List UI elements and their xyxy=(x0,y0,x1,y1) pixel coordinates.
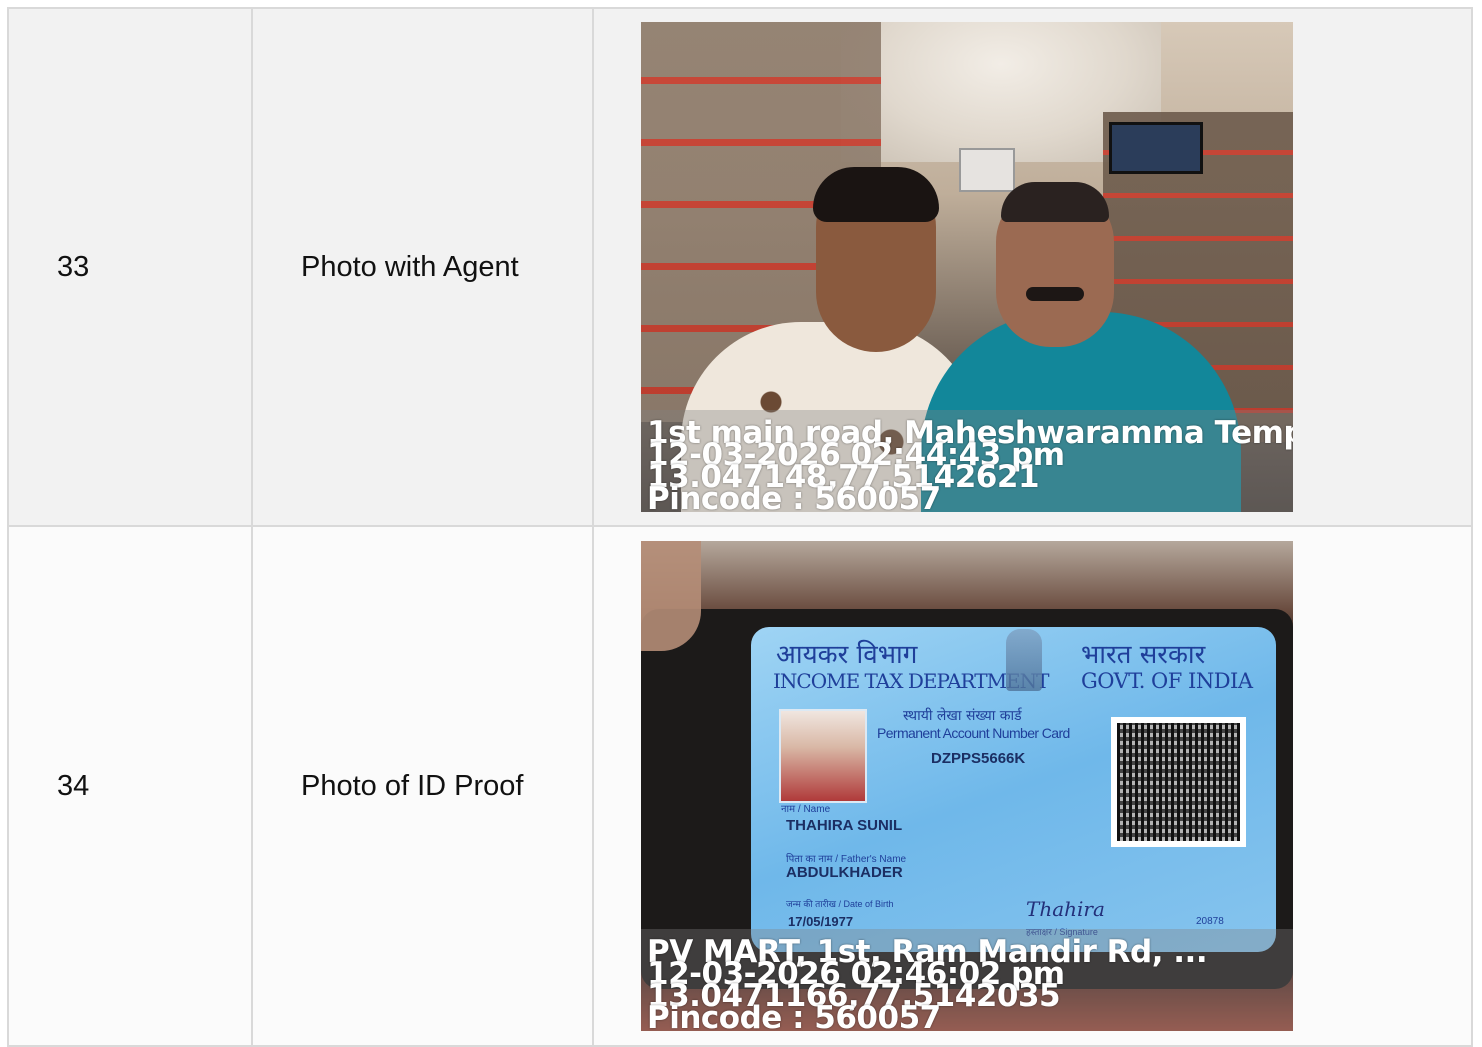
table-row: 34 Photo of ID Proof आयकर विभाग INCOME T… xyxy=(7,525,1473,1047)
card-code: 20878 xyxy=(1196,916,1224,927)
father-label: पिता का नाम / Father's Name xyxy=(786,854,907,865)
emblem-icon xyxy=(1006,629,1042,691)
person-hair xyxy=(813,167,939,222)
father-name: ABDULKHADER xyxy=(786,864,903,881)
mustache xyxy=(1026,287,1084,301)
row-label: Photo of ID Proof xyxy=(301,769,524,802)
row-photo-cell: आयकर विभाग INCOME TAX DEPARTMENT भारत सर… xyxy=(592,525,1473,1047)
signature: Thahira xyxy=(1026,897,1105,921)
name-label: नाम / Name xyxy=(781,804,831,815)
geo-overlay: 1st main road, Maheshwaramma Temple R 12… xyxy=(647,418,1293,513)
id-proof-photo[interactable]: आयकर विभाग INCOME TAX DEPARTMENT भारत सर… xyxy=(641,541,1293,1031)
card-title: Permanent Account Number Card xyxy=(877,725,1070,741)
cardholder-name: THAHIRA SUNIL xyxy=(786,817,903,834)
person-hair xyxy=(1001,182,1109,222)
row-label: Photo with Agent xyxy=(301,250,519,283)
card-hindi-dept: आयकर विभाग xyxy=(776,640,918,670)
tv-screen xyxy=(1109,122,1203,174)
card-hindi-title: स्थायी लेखा संख्या कार्ड xyxy=(903,708,1022,724)
row-number: 34 xyxy=(57,769,90,802)
thumb xyxy=(641,541,701,651)
table-row: 33 Photo with Agent 1st main road, Mahes… xyxy=(7,7,1473,527)
pan-number: DZPPS5666K xyxy=(931,750,1026,767)
dob-label: जन्म की तारीख / Date of Birth xyxy=(786,899,894,909)
overlay-pincode: Pincode : 560057 xyxy=(647,1000,941,1032)
dob: 17/05/1977 xyxy=(788,914,854,929)
row-number-cell: 34 xyxy=(7,525,253,1047)
card-hindi-govt: भारत सरकार xyxy=(1081,640,1206,670)
row-label-cell: Photo with Agent xyxy=(251,7,594,527)
row-number: 33 xyxy=(57,250,90,283)
row-photo-cell: 1st main road, Maheshwaramma Temple R 12… xyxy=(592,7,1473,527)
cardholder-photo xyxy=(779,709,867,803)
agent-photo[interactable]: 1st main road, Maheshwaramma Temple R 12… xyxy=(641,22,1293,512)
row-number-cell: 33 xyxy=(7,7,253,527)
row-label-cell: Photo of ID Proof xyxy=(251,525,594,1047)
data-table: 33 Photo with Agent 1st main road, Mahes… xyxy=(7,7,1473,1047)
qr-code xyxy=(1111,717,1246,847)
geo-overlay: PV MART, 1st, Ram Mandir Rd, ... 12-03-2… xyxy=(647,937,1208,1032)
card-english-govt: GOVT. OF INDIA xyxy=(1081,669,1253,693)
poster xyxy=(959,148,1015,192)
